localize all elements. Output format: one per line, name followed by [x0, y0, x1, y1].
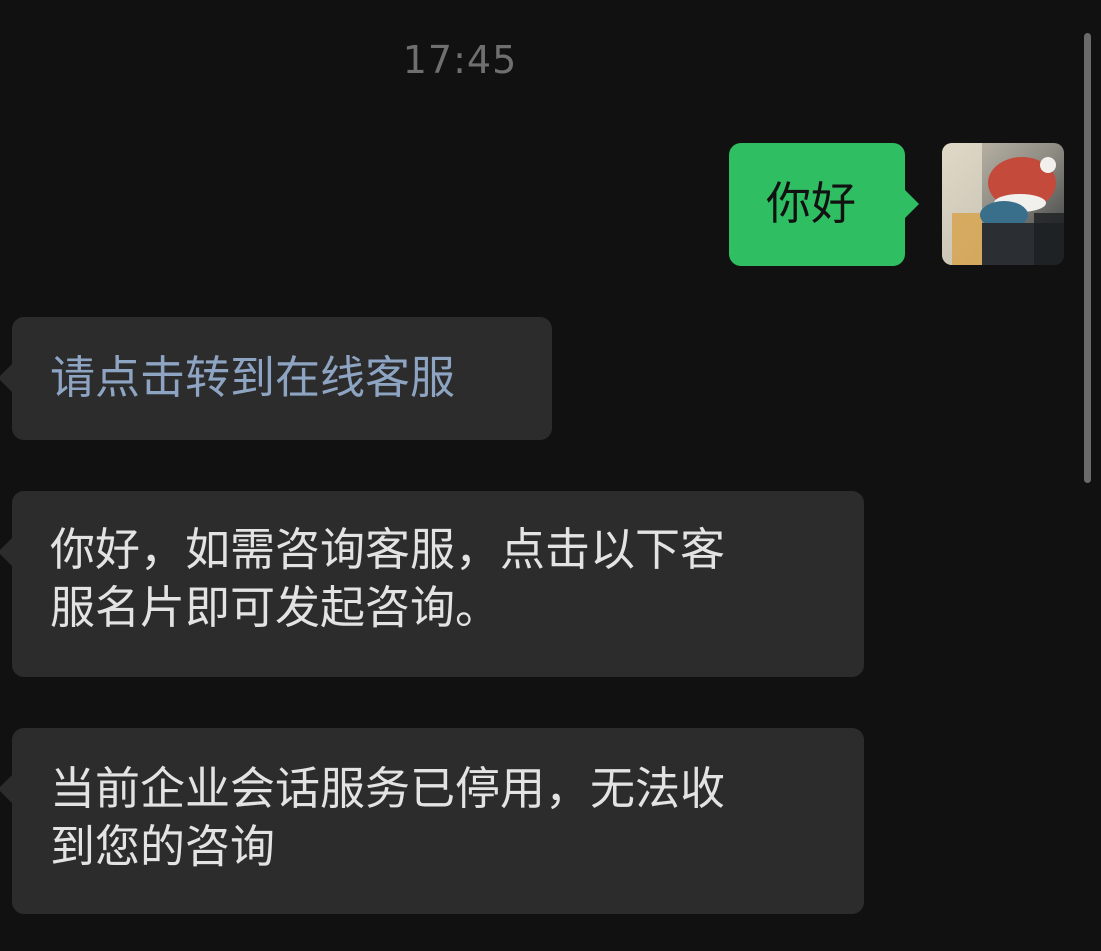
- message-timestamp: 17:45: [402, 38, 518, 82]
- incoming-message-bubble[interactable]: 当前企业会话服务已停用，无法收 到您的咨询: [0, 728, 864, 914]
- scrollbar[interactable]: [1084, 33, 1091, 483]
- incoming-message-bubble[interactable]: 你好，如需咨询客服，点击以下客 服名片即可发起咨询。: [0, 491, 864, 677]
- user-avatar[interactable]: [942, 143, 1064, 265]
- incoming-message-text-line: 你好，如需咨询客服，点击以下客: [50, 523, 726, 576]
- incoming-message-text-line: 当前企业会话服务已停用，无法收: [50, 762, 726, 815]
- incoming-message-bubble-link[interactable]: 请点击转到在线客服: [0, 317, 552, 440]
- outgoing-message-bubble[interactable]: 你好: [729, 143, 919, 266]
- incoming-message-text-line: 服名片即可发起咨询。: [50, 581, 501, 634]
- online-service-link[interactable]: 请点击转到在线客服: [50, 349, 552, 407]
- avatar-image: [942, 143, 1064, 265]
- outgoing-message-text: 你好: [766, 177, 857, 230]
- incoming-message-text-line: 到您的咨询: [50, 820, 276, 873]
- chat-view[interactable]: 17:45 你好 请点击转到在线客服 你好，如需咨询客服，点击以下客 服名片即可…: [0, 0, 1101, 951]
